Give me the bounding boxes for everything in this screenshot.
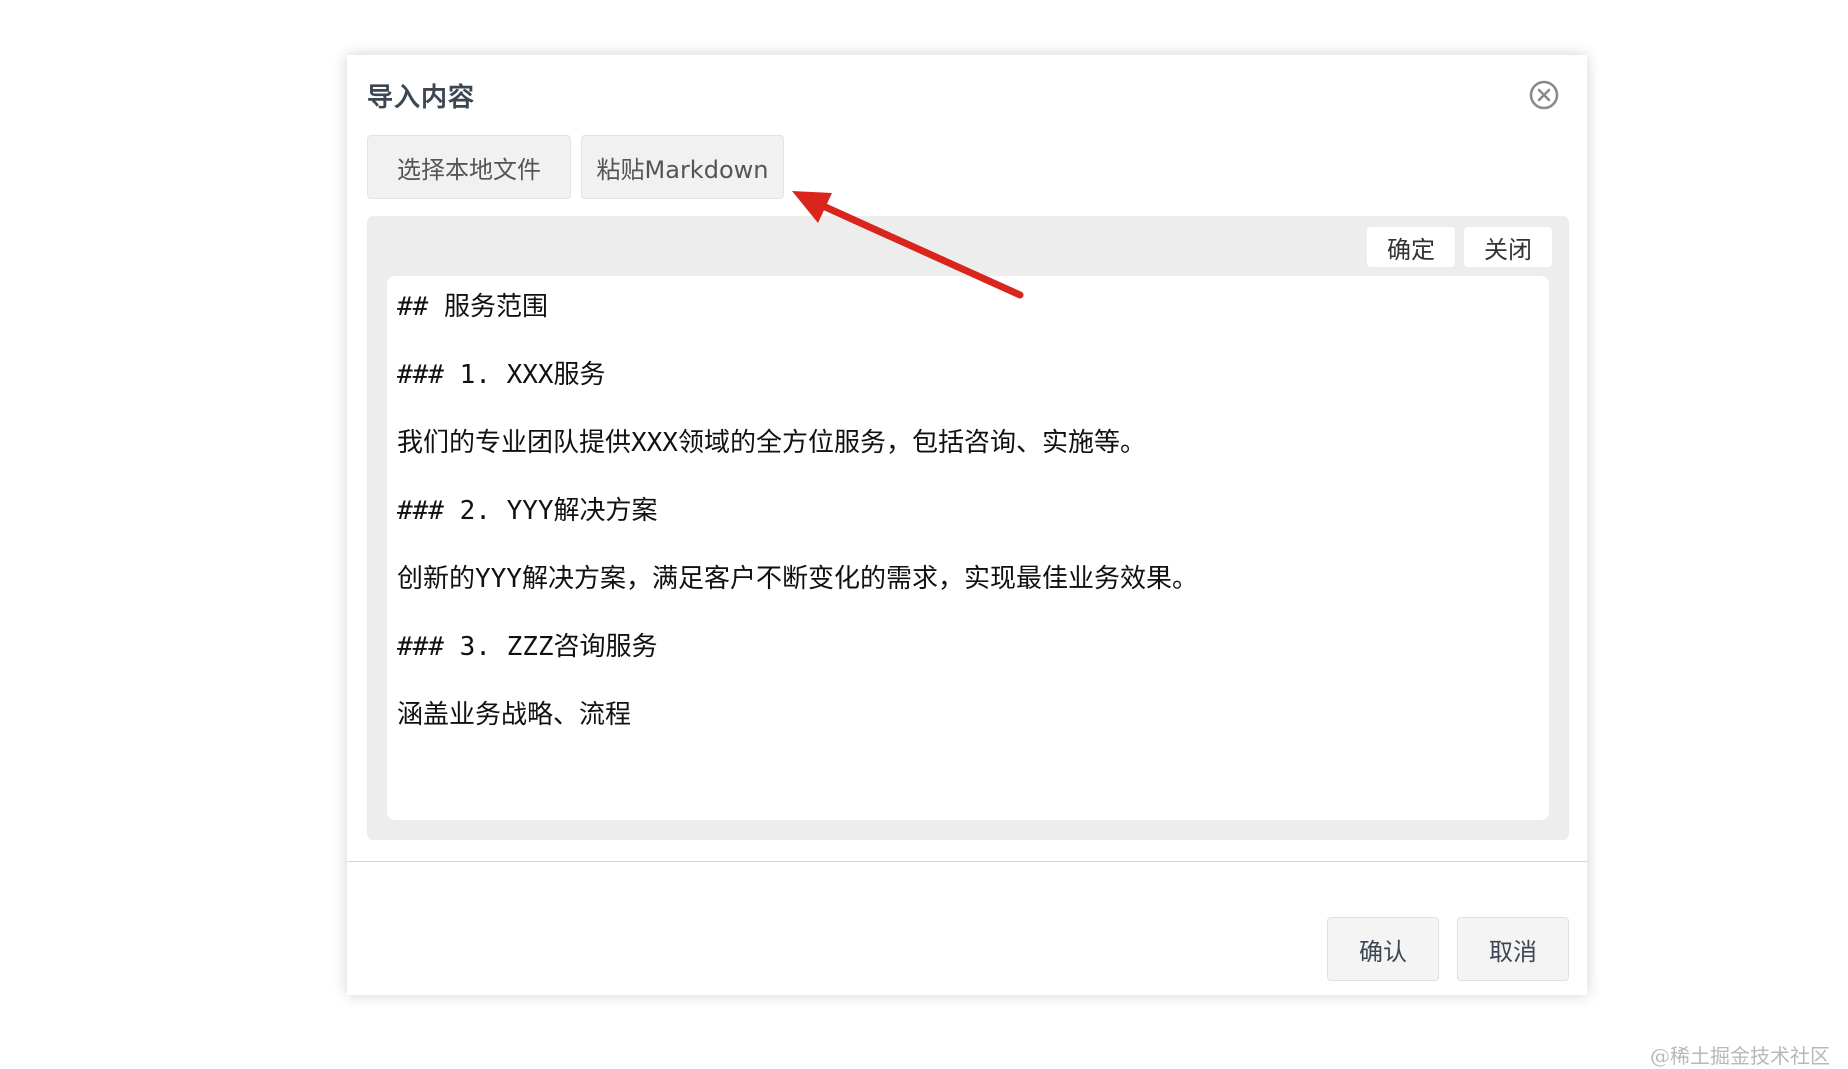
tab-paste-markdown[interactable]: 粘贴Markdown	[581, 135, 784, 199]
close-circle-icon[interactable]	[1529, 80, 1559, 110]
editor-line: 涵盖业务战略、流程	[397, 700, 632, 730]
editor-line: ### 2. YYY解决方案	[397, 496, 658, 526]
markdown-panel: 确定 关闭 ## 服务范围 ### 1. XXX服务 我们的专业团队提供XXX领…	[367, 216, 1569, 840]
watermark-text: @稀土掘金技术社区	[1650, 1044, 1830, 1068]
tab-select-local-file[interactable]: 选择本地文件	[367, 135, 571, 199]
dialog-title: 导入内容	[367, 83, 476, 113]
panel-ok-button[interactable]: 确定	[1367, 227, 1455, 267]
editor-line: 创新的YYY解决方案，满足客户不断变化的需求，实现最佳业务效果。	[397, 564, 1198, 594]
dialog-divider	[347, 861, 1587, 862]
editor-line: ### 1. XXX服务	[397, 360, 606, 390]
confirm-button[interactable]: 确认	[1327, 917, 1439, 981]
markdown-textarea[interactable]: ## 服务范围 ### 1. XXX服务 我们的专业团队提供XXX领域的全方位服…	[387, 276, 1549, 820]
editor-line: ## 服务范围	[397, 292, 548, 322]
editor-line: 我们的专业团队提供XXX领域的全方位服务，包括咨询、实施等。	[397, 428, 1146, 458]
cancel-button[interactable]: 取消	[1457, 917, 1569, 981]
annotation-arrow-icon	[792, 191, 1024, 299]
editor-line: ### 3. ZZZ咨询服务	[397, 632, 658, 662]
panel-close-button[interactable]: 关闭	[1464, 227, 1552, 267]
